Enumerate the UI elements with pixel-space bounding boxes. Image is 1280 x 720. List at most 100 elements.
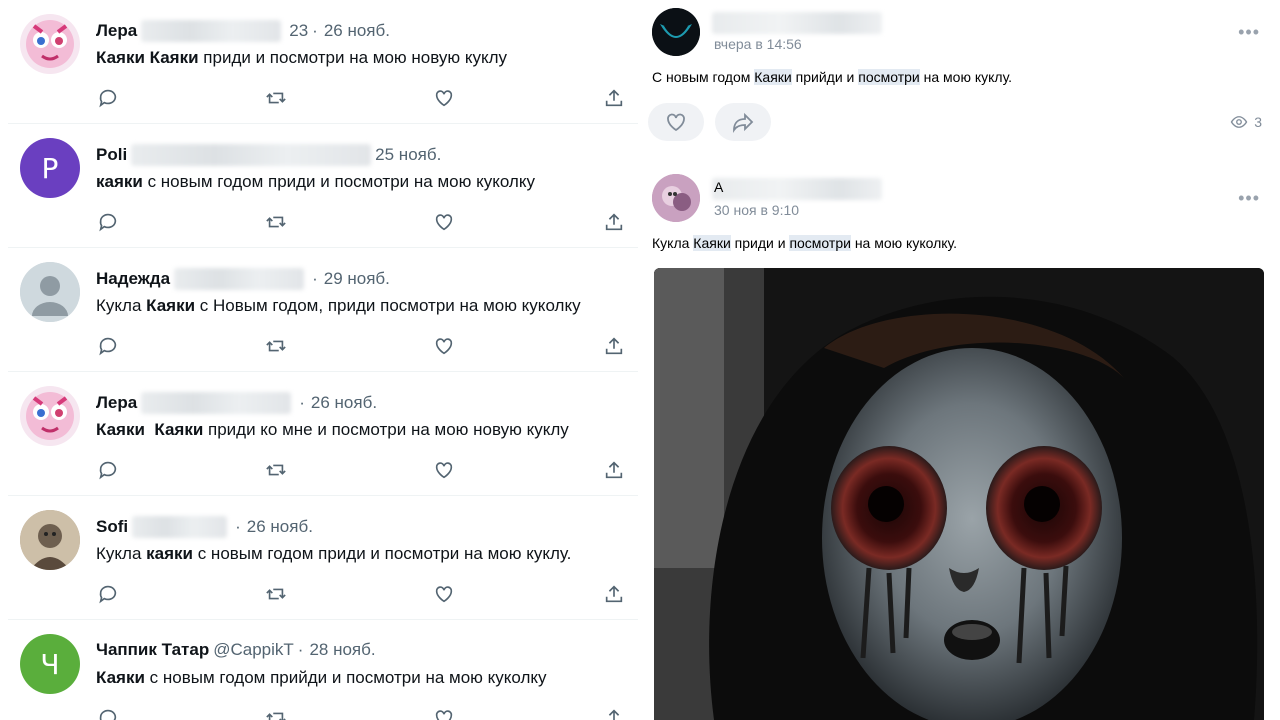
like-button[interactable] bbox=[648, 103, 704, 141]
separator-dot: · bbox=[297, 640, 304, 659]
share-icon[interactable] bbox=[602, 210, 626, 234]
tweet-text: Кукла Каяки с Новым годом, приди посмотр… bbox=[96, 296, 581, 315]
tweet-item[interactable]: Лера 23 · 26 нояб. Каяки Каяки приди и п… bbox=[8, 0, 638, 124]
author-name[interactable]: Sofi bbox=[96, 517, 128, 537]
doll-face-image bbox=[654, 268, 1264, 720]
eye-icon bbox=[1230, 116, 1248, 128]
tweet-item[interactable]: Лера · 26 нояб. Каяки Каяки приди ко мне… bbox=[8, 372, 638, 496]
tweet-text: каяки с новым годом приди и посмотри на … bbox=[96, 172, 535, 191]
tweet-actions bbox=[96, 458, 626, 482]
avatar[interactable] bbox=[20, 14, 80, 74]
more-options-icon[interactable]: ••• bbox=[1238, 188, 1260, 209]
share-icon[interactable] bbox=[602, 706, 626, 720]
tweet-date[interactable]: 25 нояб. bbox=[375, 145, 441, 165]
tweet-actions bbox=[96, 334, 626, 358]
tweet-header: Лера 23 · 26 нояб. bbox=[96, 20, 390, 42]
retweet-icon[interactable] bbox=[264, 458, 288, 482]
tweet-item[interactable]: Sofi · 26 нояб. Кукла каяки с новым годо… bbox=[8, 496, 638, 620]
author-handle[interactable]: @CappikT bbox=[213, 640, 294, 660]
separator-dot: · bbox=[299, 393, 305, 412]
avatar[interactable]: Ч bbox=[20, 634, 80, 694]
post-time[interactable]: вчера в 14:56 bbox=[714, 36, 802, 52]
redacted-author-name bbox=[712, 178, 882, 200]
redacted-handle bbox=[141, 392, 292, 414]
reply-icon[interactable] bbox=[96, 86, 120, 110]
vk-feed: вчера в 14:56 ••• С новым годом Каяки пр… bbox=[640, 0, 1280, 720]
share-icon[interactable] bbox=[602, 86, 626, 110]
tweet-actions bbox=[96, 210, 626, 234]
separator-dot: · bbox=[312, 21, 318, 40]
reply-icon[interactable] bbox=[96, 458, 120, 482]
tweet-header: Чаппик Татар @CappikT · 28 нояб. bbox=[96, 640, 376, 660]
retweet-icon[interactable] bbox=[264, 210, 288, 234]
author-name[interactable]: Лера bbox=[96, 21, 137, 41]
post-text: С новым годом Каяки прийди и посмотри на… bbox=[652, 69, 1013, 85]
share-arrow-icon bbox=[733, 112, 754, 133]
avatar[interactable] bbox=[652, 8, 700, 56]
post-time[interactable]: 30 ноя в 9:10 bbox=[714, 202, 799, 218]
redacted-handle bbox=[141, 20, 282, 42]
redacted-handle bbox=[131, 144, 372, 166]
twitter-feed: Лера 23 · 26 нояб. Каяки Каяки приди и п… bbox=[0, 0, 640, 720]
reply-icon[interactable] bbox=[96, 582, 120, 606]
post-text: Кукла Каяки приди и посмотри на мою куко… bbox=[652, 235, 958, 251]
avatar[interactable] bbox=[20, 510, 80, 570]
separator-dot: · bbox=[235, 517, 241, 536]
separator-dot: · bbox=[312, 269, 318, 288]
redacted-author-name bbox=[712, 12, 882, 34]
tweet-item[interactable]: P Poli 25 нояб. каяки с новым годом прид… bbox=[8, 124, 638, 248]
share-icon[interactable] bbox=[602, 582, 626, 606]
retweet-icon[interactable] bbox=[264, 582, 288, 606]
tweet-actions bbox=[96, 706, 626, 720]
tweet-text: Каяки с новым годом прийди и посмотри на… bbox=[96, 668, 547, 687]
tweet-actions bbox=[96, 582, 626, 606]
author-name[interactable]: Надежда bbox=[96, 269, 170, 289]
reply-icon[interactable] bbox=[96, 210, 120, 234]
avatar[interactable]: P bbox=[20, 138, 80, 198]
like-icon[interactable] bbox=[432, 458, 456, 482]
tweet-header: Надежда · 29 нояб. bbox=[96, 268, 390, 290]
share-button[interactable] bbox=[715, 103, 771, 141]
tweet-date[interactable]: 28 нояб. bbox=[309, 640, 375, 660]
avatar-letter: Ч bbox=[40, 647, 60, 681]
tweet-header: Poli 25 нояб. bbox=[96, 144, 441, 166]
heart-icon bbox=[667, 113, 685, 132]
retweet-icon[interactable] bbox=[264, 334, 288, 358]
more-options-icon[interactable]: ••• bbox=[1238, 22, 1260, 43]
tweet-date[interactable]: 26 нояб. bbox=[324, 21, 390, 41]
tweet-date[interactable]: 26 нояб. bbox=[247, 517, 313, 537]
tweet-actions bbox=[96, 86, 626, 110]
share-icon[interactable] bbox=[602, 334, 626, 358]
avatar-letter: P bbox=[41, 151, 59, 185]
tweet-header: Лера · 26 нояб. bbox=[96, 392, 377, 414]
tweet-item[interactable]: Надежда · 29 нояб. Кукла Каяки с Новым г… bbox=[8, 248, 638, 372]
views-count: 3 bbox=[1254, 114, 1262, 130]
avatar[interactable] bbox=[652, 174, 700, 222]
avatar[interactable] bbox=[20, 386, 80, 446]
like-icon[interactable] bbox=[432, 210, 456, 234]
retweet-icon[interactable] bbox=[264, 706, 288, 720]
like-icon[interactable] bbox=[432, 582, 456, 606]
avatar[interactable] bbox=[20, 262, 80, 322]
author-name[interactable]: Чаппик Татар bbox=[96, 640, 209, 660]
reply-icon[interactable] bbox=[96, 706, 120, 720]
like-icon[interactable] bbox=[432, 86, 456, 110]
handle-tail: 23 bbox=[289, 21, 309, 40]
like-icon[interactable] bbox=[432, 334, 456, 358]
post-photo[interactable] bbox=[654, 268, 1264, 720]
tweet-header: Sofi · 26 нояб. bbox=[96, 516, 313, 538]
tweet-item[interactable]: Ч Чаппик Татар @CappikT · 28 нояб. Каяки… bbox=[8, 620, 638, 720]
tweet-text: Каяки Каяки приди ко мне и посмотри на м… bbox=[96, 420, 569, 439]
views-counter: 3 bbox=[1230, 113, 1262, 131]
vk-post: вчера в 14:56 ••• С новым годом Каяки пр… bbox=[640, 0, 1280, 160]
author-name[interactable]: Poli bbox=[96, 145, 127, 165]
reply-icon[interactable] bbox=[96, 334, 120, 358]
tweet-date[interactable]: 29 нояб. bbox=[324, 269, 390, 289]
share-icon[interactable] bbox=[602, 458, 626, 482]
author-initial[interactable]: А bbox=[714, 179, 723, 195]
retweet-icon[interactable] bbox=[264, 86, 288, 110]
like-icon[interactable] bbox=[432, 706, 456, 720]
tweet-text: Кукла каяки с новым годом приди и посмот… bbox=[96, 544, 572, 563]
tweet-date[interactable]: 26 нояб. bbox=[311, 393, 377, 413]
author-name[interactable]: Лера bbox=[96, 393, 137, 413]
